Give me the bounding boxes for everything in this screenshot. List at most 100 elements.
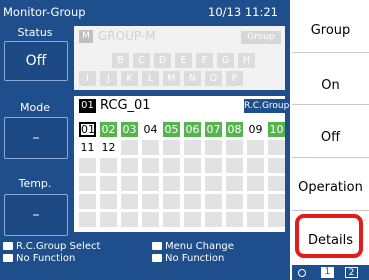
unit-cell[interactable] (142, 140, 159, 155)
unit-cell[interactable] (121, 212, 138, 227)
unit-cell[interactable] (163, 212, 180, 227)
unit-cell[interactable]: 03 (121, 122, 138, 137)
rc-group-tag: R.C.Group (244, 99, 290, 113)
group-badge: M (79, 30, 93, 43)
unit-cell[interactable] (79, 176, 96, 191)
unit-cell[interactable]: 01 (79, 122, 96, 137)
page-indicator-icon (298, 269, 306, 277)
unit-cell[interactable] (100, 158, 117, 173)
unit-cell[interactable] (205, 158, 222, 173)
operation-button[interactable]: Operation (292, 180, 369, 195)
unit-cell[interactable] (100, 176, 117, 191)
no-function-right: No Function (152, 253, 224, 264)
cross-box-icon (3, 254, 13, 262)
unit-cell[interactable] (184, 212, 201, 227)
separator (292, 157, 369, 158)
unit-cell[interactable] (142, 194, 159, 209)
no-function-left: No Function (3, 253, 75, 264)
unit-cell[interactable] (184, 140, 201, 155)
unit-cell[interactable] (226, 158, 243, 173)
unit-cell[interactable] (79, 212, 96, 227)
unit-cell[interactable]: 12 (100, 140, 117, 155)
page-1-tab[interactable]: 1 (321, 267, 334, 278)
unit-cell[interactable]: 08 (226, 122, 243, 137)
group-letter-chip: C (133, 53, 150, 68)
unit-cell[interactable] (268, 212, 285, 227)
enter-key-icon (3, 242, 13, 250)
group-letter-chip: D (154, 53, 171, 68)
monitor-panel: Monitor-Group 10/13 11:21 Status Off Mod… (0, 0, 290, 280)
unit-cell[interactable] (247, 158, 264, 173)
pager: 1 2 (292, 265, 369, 280)
unit-cell[interactable] (247, 140, 264, 155)
group-name: GROUP-M (98, 29, 156, 43)
unit-cell[interactable] (247, 212, 264, 227)
unit-cell[interactable]: 09 (247, 122, 264, 137)
unit-cell[interactable] (268, 176, 285, 191)
menu-key-icon (152, 242, 162, 250)
menu-change-hint: Menu Change (152, 241, 234, 252)
unit-cell[interactable]: 11 (79, 140, 96, 155)
separator (292, 104, 369, 105)
unit-cell[interactable] (226, 194, 243, 209)
group-button[interactable]: Group (292, 23, 369, 38)
unit-cell[interactable] (121, 194, 138, 209)
unit-cell[interactable] (79, 194, 96, 209)
off-button[interactable]: Off (292, 130, 369, 145)
page-2-tab[interactable]: 2 (345, 267, 358, 278)
rc-group-name: RCG_01 (100, 98, 151, 113)
header-bar: Monitor-Group 10/13 11:21 (0, 0, 290, 23)
unit-cell[interactable] (163, 140, 180, 155)
unit-cell[interactable] (121, 176, 138, 191)
unit-cell[interactable] (79, 158, 96, 173)
group-letter-chip: I (79, 71, 96, 86)
group-letter-chip: F (196, 53, 213, 68)
unit-cell[interactable] (268, 194, 285, 209)
unit-cell[interactable] (163, 176, 180, 191)
on-button[interactable]: On (292, 78, 369, 93)
unit-cell[interactable] (184, 158, 201, 173)
unit-cell[interactable] (205, 176, 222, 191)
unit-cell[interactable] (205, 140, 222, 155)
unit-cell[interactable] (247, 176, 264, 191)
unit-cell[interactable]: 07 (205, 122, 222, 137)
unit-cell[interactable]: 10 (268, 122, 285, 137)
unit-cell[interactable] (163, 158, 180, 173)
unit-cell[interactable] (226, 140, 243, 155)
screen-title: Monitor-Group (3, 5, 86, 19)
separator (292, 52, 369, 53)
unit-cell[interactable] (247, 194, 264, 209)
unit-cell[interactable]: 02 (100, 122, 117, 137)
unit-cell[interactable] (205, 194, 222, 209)
unit-cell[interactable]: 05 (163, 122, 180, 137)
rc-group-badge: 01 (79, 99, 96, 113)
unit-cell[interactable] (100, 212, 117, 227)
group-letter-chip: L (142, 71, 159, 86)
unit-cell[interactable] (184, 176, 201, 191)
details-button[interactable]: Details (292, 233, 369, 248)
unit-cell[interactable] (142, 158, 159, 173)
unit-cell[interactable]: 04 (142, 122, 159, 137)
group-letter-chip: M (163, 71, 180, 86)
unit-cell[interactable] (142, 176, 159, 191)
unit-cell[interactable] (184, 194, 201, 209)
rc-group-panel: 01 RCG_01 R.C.Group 01 02 03 04 05 06 07 08 09 10… (74, 96, 290, 232)
temp-button[interactable]: – (4, 194, 68, 236)
group-tag: Group (241, 31, 281, 44)
status-button[interactable]: Off (4, 41, 68, 81)
unit-cell[interactable] (226, 176, 243, 191)
mode-button[interactable]: – (4, 117, 68, 159)
unit-cell[interactable] (100, 194, 117, 209)
unit-cell[interactable] (163, 194, 180, 209)
separator (292, 210, 369, 211)
unit-cell[interactable] (226, 212, 243, 227)
unit-cell[interactable] (268, 158, 285, 173)
unit-cell[interactable] (121, 158, 138, 173)
unit-cell[interactable] (121, 140, 138, 155)
unit-cell[interactable] (142, 212, 159, 227)
unit-cell[interactable] (268, 140, 285, 155)
unit-cell[interactable]: 06 (184, 122, 201, 137)
rc-select-hint: R.C.Group Select (3, 241, 100, 252)
unit-cell[interactable] (205, 212, 222, 227)
group-letter-chip: E (175, 53, 192, 68)
